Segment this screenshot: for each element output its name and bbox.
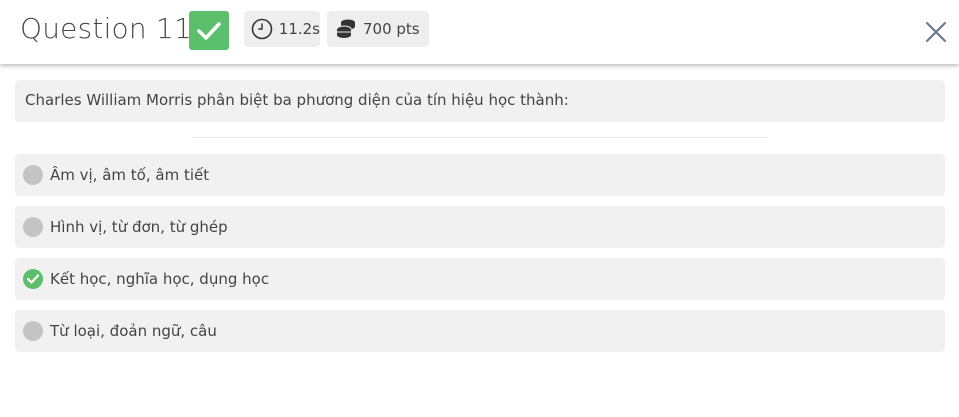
time-value: 11.2s: [278, 20, 320, 38]
check-icon: [197, 21, 221, 40]
close-icon: [925, 21, 947, 43]
points-value: 700 pts: [363, 20, 420, 38]
question-title: Question 11: [20, 12, 192, 45]
divider: [192, 137, 768, 138]
answer-option[interactable]: Từ loại, đoản ngữ, câu: [15, 310, 945, 352]
clock-icon: [251, 17, 274, 41]
radio-empty-icon: [23, 321, 43, 341]
radio-empty-icon: [23, 165, 43, 185]
answer-option-correct[interactable]: Kết học, nghĩa học, dụng học: [15, 258, 945, 300]
question-text: Charles William Morris phân biệt ba phươ…: [15, 80, 945, 122]
answer-option[interactable]: Âm vị, âm tố, âm tiết: [15, 154, 945, 196]
question-header: Question 11 11.2s 700 pts: [0, 0, 959, 64]
coins-icon: [334, 17, 358, 41]
points-badge: 700 pts: [327, 11, 429, 47]
answer-option[interactable]: Hình vị, từ đơn, từ ghép: [15, 206, 945, 248]
check-circle-icon: [23, 269, 43, 289]
answer-label: Âm vị, âm tố, âm tiết: [50, 166, 210, 184]
radio-empty-icon: [23, 217, 43, 237]
time-badge: 11.2s: [244, 11, 320, 47]
correct-status-badge: [189, 11, 229, 50]
answer-label: Kết học, nghĩa học, dụng học: [50, 270, 270, 288]
close-button[interactable]: [922, 18, 950, 46]
answer-label: Hình vị, từ đơn, từ ghép: [50, 218, 228, 236]
answer-label: Từ loại, đoản ngữ, câu: [50, 322, 217, 340]
